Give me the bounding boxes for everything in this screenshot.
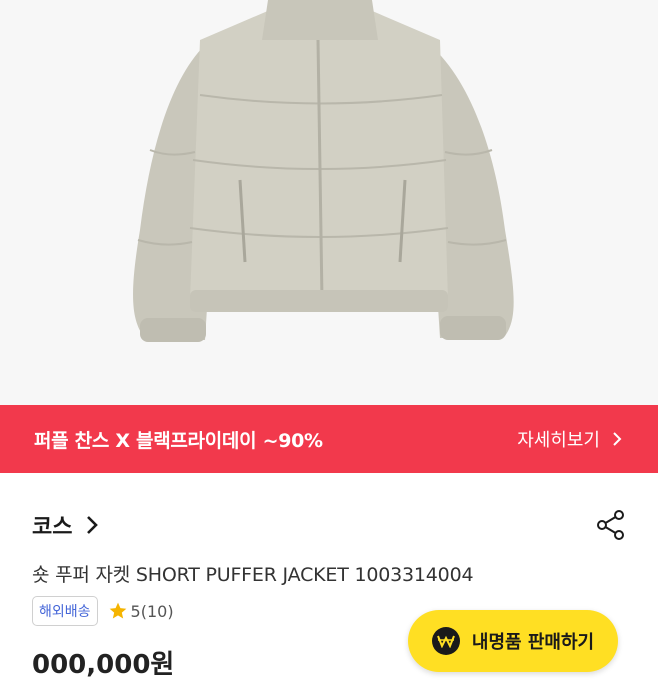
jacket-image [0,0,658,405]
brand-row: 코스 [32,508,626,542]
brand-name: 코스 [32,515,73,540]
won-coin-icon [431,627,460,655]
product-title: 숏 푸퍼 자켓 SHORT PUFFER JACKET 1003314004 [32,564,474,586]
sell-my-luxury-button[interactable]: 내명품 판매하기 [408,610,618,672]
brand-link[interactable]: 코스 [32,509,99,541]
sell-button-label: 내명품 판매하기 [471,632,595,653]
rating[interactable]: 5(10) [108,601,174,621]
share-button[interactable] [596,509,626,541]
share-icon [597,510,624,540]
promo-text: 퍼플 찬스 X 블랙프라이데이 ~90% [34,429,323,452]
star-icon [109,602,126,619]
price: 000,000원 [32,650,175,680]
chevron-right-icon [87,516,99,534]
product-meta: 해외배송 5(10) [32,596,174,626]
chevron-right-icon [613,432,622,446]
promo-detail-label: 자세히보기 [517,430,600,451]
promo-detail-link[interactable]: 자세히보기 [517,426,622,452]
rating-value: 5(10) [130,601,174,621]
product-image [0,0,658,405]
promo-banner[interactable]: 퍼플 찬스 X 블랙프라이데이 ~90% 자세히보기 [0,405,658,473]
shipping-badge: 해외배송 [32,596,98,626]
